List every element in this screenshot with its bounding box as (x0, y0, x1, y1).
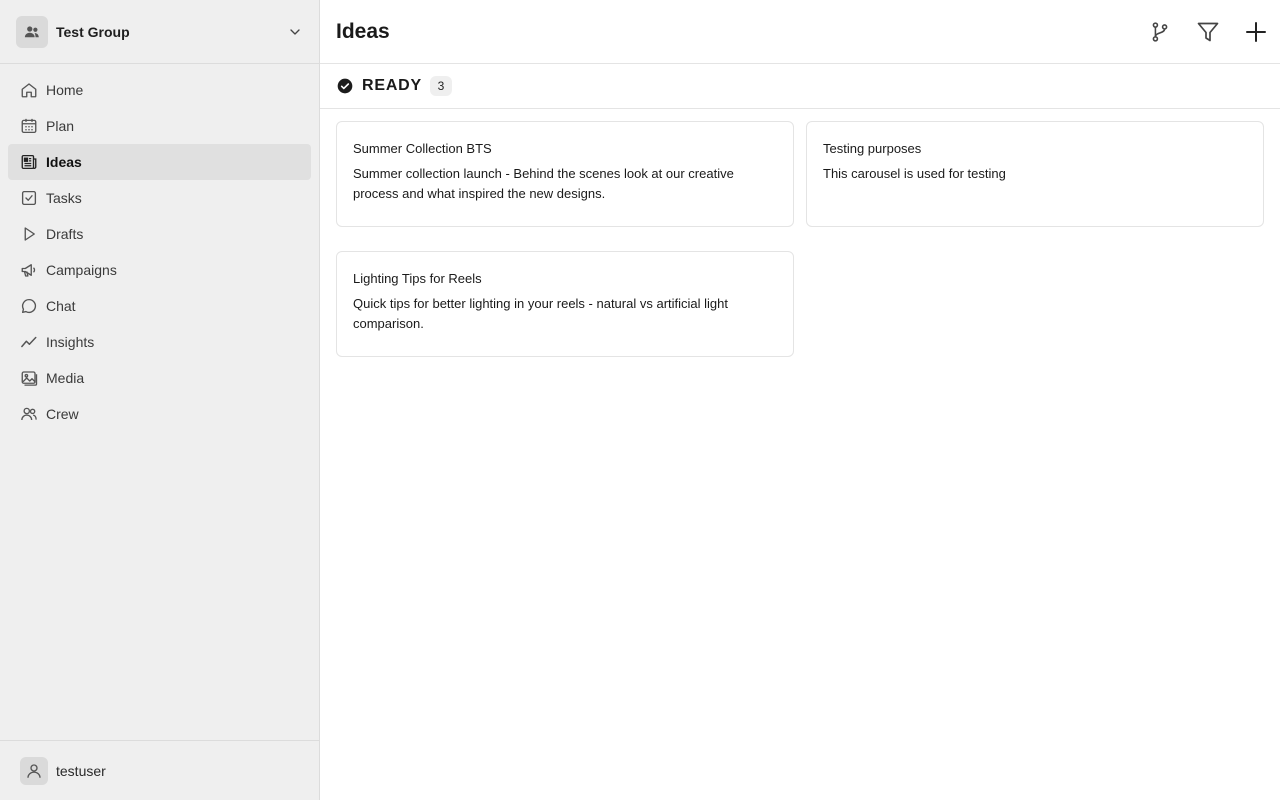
play-icon (20, 225, 38, 243)
group-avatar (16, 15, 48, 48)
check-circle-icon (337, 78, 353, 94)
section-header[interactable]: READY 3 (320, 64, 1280, 109)
chat-bubble-icon (20, 297, 38, 315)
count-badge: 3 (430, 76, 453, 96)
group-name: Test Group (56, 23, 130, 40)
newspaper-icon (20, 153, 38, 171)
sidebar-item-chat[interactable]: Chat (8, 288, 311, 324)
sidebar-item-crew[interactable]: Crew (8, 396, 311, 432)
plus-icon (1246, 22, 1266, 42)
sidebar-item-insights[interactable]: Insights (8, 324, 311, 360)
sidebar-item-tasks[interactable]: Tasks (8, 180, 311, 216)
sidebar-item-drafts[interactable]: Drafts (8, 216, 311, 252)
people-icon (20, 405, 38, 423)
sidebar-item-label: Plan (46, 118, 75, 134)
images-icon (20, 369, 38, 387)
idea-card[interactable]: Summer Collection BTS Summer collection … (336, 121, 794, 227)
sidebar-item-label: Drafts (46, 226, 84, 242)
card-title: Lighting Tips for Reels (353, 271, 482, 286)
username: testuser (56, 762, 106, 779)
sidebar-item-label: Tasks (46, 190, 82, 206)
group-switcher[interactable]: Test Group (0, 0, 319, 64)
avatar (20, 756, 48, 785)
sidebar-item-label: Chat (46, 298, 76, 314)
sidebar-item-ideas[interactable]: Ideas (8, 144, 311, 180)
idea-card[interactable]: Lighting Tips for Reels Quick tips for b… (336, 251, 794, 357)
sidebar-item-label: Ideas (46, 154, 82, 170)
chevron-down-icon (290, 28, 300, 35)
sidebar-item-label: Media (46, 370, 85, 386)
sidebar-item-label: Campaigns (46, 262, 117, 278)
main-content: Ideas READY 3 Summer Collection BTS Summ… (320, 0, 1280, 800)
filter-icon (1197, 22, 1219, 42)
card-description: Quick tips for better lighting in your r… (353, 296, 728, 331)
page-title: Ideas (336, 19, 390, 43)
card-title: Testing purposes (823, 141, 922, 156)
branch-button[interactable] (1146, 18, 1174, 46)
sidebar-item-label: Insights (46, 334, 95, 350)
sidebar-item-media[interactable]: Media (8, 360, 311, 396)
sidebar-nav: Home Plan Ideas Tasks Drafts Campaigns C… (8, 72, 311, 432)
idea-card[interactable]: Testing purposes This carousel is used f… (806, 121, 1264, 227)
card-title: Summer Collection BTS (353, 141, 492, 156)
sidebar-item-label: Crew (46, 406, 79, 422)
sidebar-item-label: Home (46, 82, 84, 98)
sidebar: Test Group Home Plan Ideas Tasks Drafts … (0, 0, 320, 800)
user-menu[interactable]: testuser (0, 740, 319, 800)
filter-button[interactable] (1194, 18, 1222, 46)
card-description: Summer collection launch - Behind the sc… (353, 166, 734, 201)
branch-icon (1152, 22, 1168, 42)
sidebar-item-campaigns[interactable]: Campaigns (8, 252, 311, 288)
sidebar-item-home[interactable]: Home (8, 72, 311, 108)
trend-line-icon (20, 333, 38, 351)
megaphone-icon (20, 261, 38, 279)
add-idea-button[interactable] (1242, 18, 1270, 46)
calendar-icon (20, 117, 38, 135)
sidebar-item-plan[interactable]: Plan (8, 108, 311, 144)
users-icon (24, 25, 39, 37)
home-icon (20, 81, 38, 99)
checkbox-icon (20, 189, 38, 207)
card-description: This carousel is used for testing (823, 166, 1006, 181)
header: Ideas (320, 0, 1280, 64)
section-title: READY (362, 77, 423, 94)
header-actions (1126, 18, 1270, 46)
user-icon (27, 763, 41, 778)
